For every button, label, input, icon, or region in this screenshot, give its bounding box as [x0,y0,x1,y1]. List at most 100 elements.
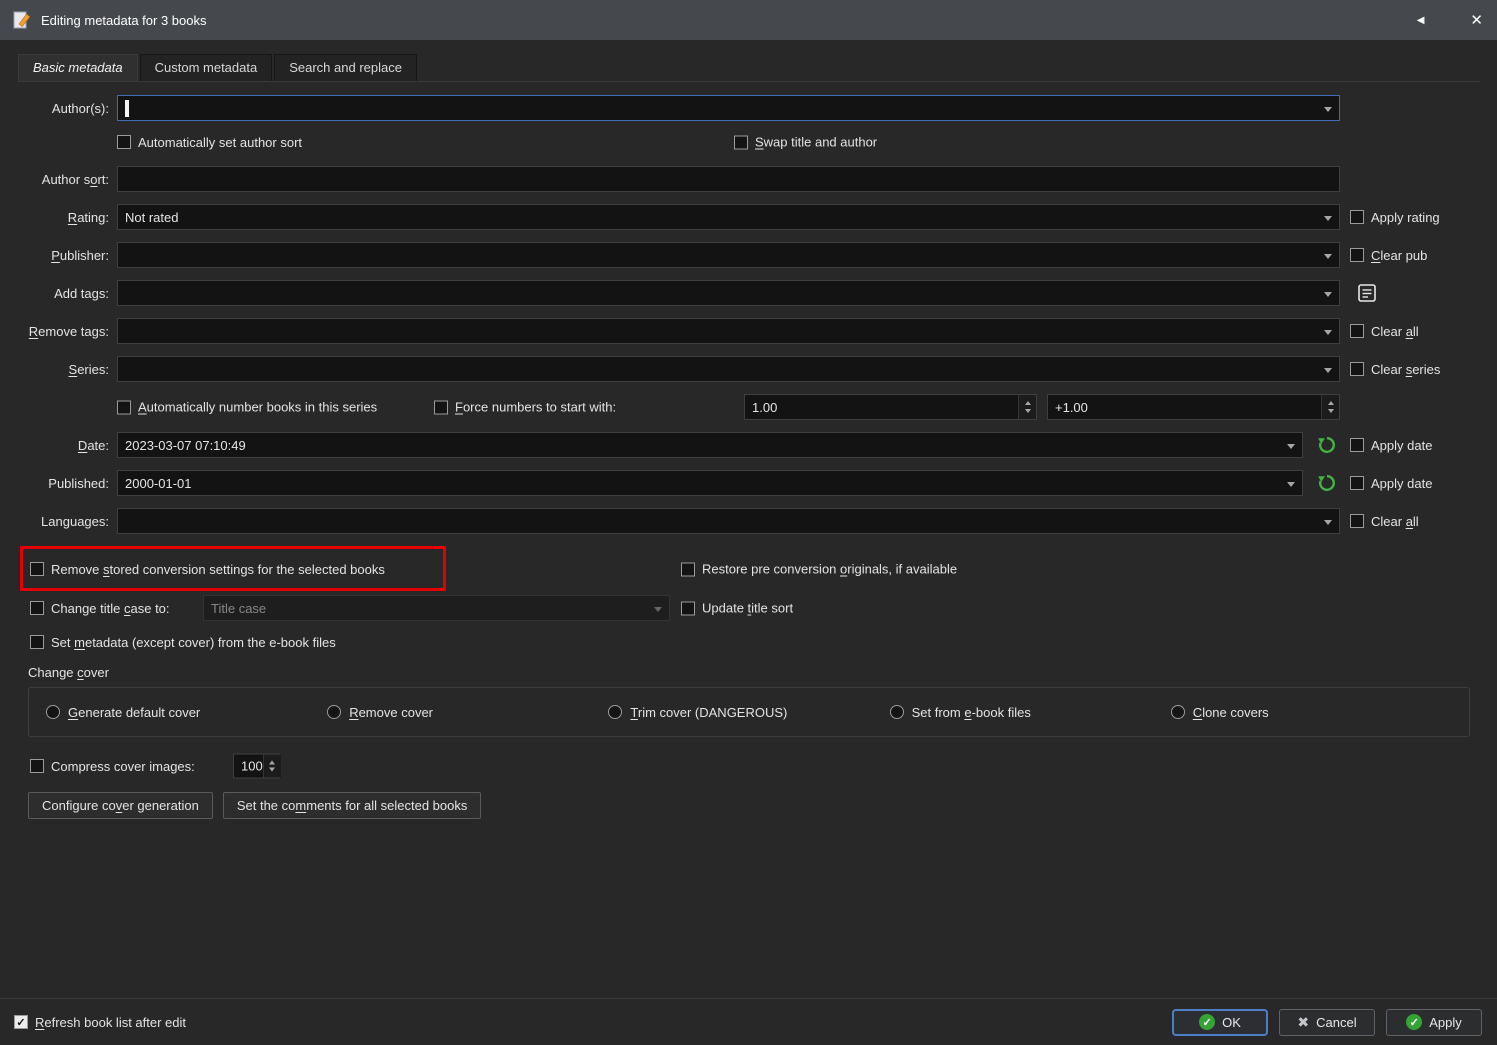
clear-pub-checkbox[interactable]: Clear pub [1350,248,1427,263]
tab-search-and-replace[interactable]: Search and replace [274,54,417,81]
clear-all-languages-checkbox[interactable]: Clear all [1350,514,1419,529]
author-sort-input[interactable] [117,166,1340,192]
cancel-button[interactable]: ✖ Cancel [1279,1008,1375,1036]
spin-buttons[interactable] [1018,395,1036,419]
series-combobox[interactable] [117,356,1340,382]
languages-label: Languages: [41,513,109,529]
radio-circle [46,705,60,719]
published-combobox[interactable]: 2000-01-01 [117,470,1303,496]
authors-label: Author(s): [51,100,109,116]
spin-value: +1.00 [1055,399,1088,415]
series-label: Series: [68,361,109,377]
publisher-combobox[interactable] [117,242,1340,268]
checkbox-label: Swap title and author [755,134,878,150]
tag-editor-button[interactable] [1354,280,1380,306]
authors-combobox[interactable] [117,95,1340,121]
radio-set-from-ebook-files[interactable]: Set from e-book files [889,705,1171,720]
radio-label: Clone covers [1192,704,1269,720]
checkbox-label: Compress cover images: [51,758,195,774]
spin-buttons[interactable] [262,754,281,778]
collapse-arrow-icon[interactable]: ◀ [1417,15,1425,26]
checkbox-label: Clear all [1371,323,1419,339]
title-case-combobox[interactable]: Title case [203,595,670,621]
spin-buttons[interactable] [1321,395,1339,419]
checkbox-box [30,759,44,773]
cover-actions-row: Configure co v er generation Set the co m me… [28,792,1479,819]
spin-down-icon[interactable] [1024,408,1031,416]
checkbox-box [1350,248,1364,262]
checkbox-label: Change title case to: [51,600,170,616]
clear-series-checkbox[interactable]: Clear series [1350,362,1440,377]
radio-remove-cover[interactable]: Remove cover [327,705,608,720]
tab-custom-metadata[interactable]: Custom metadata [139,54,273,81]
series-start-spinbox[interactable]: 1.00 [744,394,1037,420]
published-label: Published: [48,475,109,491]
chevron-down-icon[interactable] [1324,215,1332,225]
set-metadata-checkbox[interactable]: Set metadata (except cover) from the e-b… [30,635,336,650]
window-title: Editing metadata for 3 books [41,12,207,28]
languages-combobox[interactable] [117,508,1340,534]
clear-all-tags-checkbox[interactable]: Clear all [1350,324,1419,339]
chevron-down-icon[interactable] [1324,519,1332,529]
radio-trim-cover[interactable]: Trim cover (DANGEROUS) [608,705,889,720]
chevron-down-icon[interactable] [1287,481,1295,491]
remove-conversion-settings-checkbox[interactable]: Remove stored conversion settings for th… [30,562,385,577]
apply-published-checkbox[interactable]: Apply date [1350,476,1432,491]
compress-cover-images-checkbox[interactable]: Compress cover images: [30,759,195,774]
date-label: Date: [77,437,109,453]
apply-rating-checkbox[interactable]: Apply rating [1350,210,1440,225]
chevron-down-icon[interactable] [1324,367,1332,377]
update-title-sort-checkbox[interactable]: Update title sort [681,601,793,616]
checkbox-label: Set metadata (except cover) from the e-b… [51,634,336,650]
checkbox-box [1350,362,1364,376]
titlebar[interactable]: Editing metadata for 3 books ◀ ✕ [0,0,1497,40]
chevron-down-icon[interactable] [1324,329,1332,339]
radio-clone-covers[interactable]: Clone covers [1170,704,1452,720]
reset-date-button[interactable] [1314,432,1340,458]
apply-date-checkbox[interactable]: Apply date [1350,438,1432,453]
rating-label: Rating: [67,209,109,225]
checkbox-box [1350,476,1364,490]
force-numbers-checkbox[interactable]: Force numbers to start with: [434,400,616,415]
checkbox-label: Update title sort [702,600,794,616]
reset-published-button[interactable] [1314,470,1340,496]
apply-button[interactable]: ✓ Apply [1386,1008,1482,1036]
add-tags-row: Add tags: [8,280,1479,306]
combo-value: Title case [211,600,267,616]
remove-tags-combobox[interactable] [117,318,1340,344]
ok-label: OK [1222,1014,1241,1030]
spin-up-icon[interactable] [269,758,276,765]
ok-button[interactable]: ✓ OK [1172,1008,1268,1036]
configure-cover-generation-button[interactable]: Configure co v er generation [28,792,213,819]
compress-quality-spinbox[interactable]: 100 [233,753,281,779]
radio-circle [889,705,904,719]
radio-generate-default-cover[interactable]: Generate default cover [46,705,327,720]
spin-down-icon[interactable] [1327,408,1334,416]
refresh-book-list-checkbox[interactable]: ✓ Refresh book list after edit [14,1015,186,1030]
add-tags-combobox[interactable] [117,280,1340,306]
change-title-case-checkbox[interactable]: Change title case to: [30,601,170,616]
checkbox-label: Restore pre conversion originals, if ava… [702,561,958,577]
chevron-down-icon[interactable] [1324,106,1332,116]
tab-basic-metadata[interactable]: Basic metadata [18,54,138,81]
date-combobox[interactable]: 2023-03-07 07:10:49 [117,432,1303,458]
close-icon[interactable]: ✕ [1470,11,1483,29]
chevron-down-icon[interactable] [1287,443,1295,453]
checkbox-box [117,400,131,414]
author-sort-row: Author sort: [8,166,1479,192]
set-comments-button[interactable]: Set the co m ments for all selected books [222,792,482,819]
series-increment-spinbox[interactable]: +1.00 [1047,394,1340,420]
refresh-icon [1318,475,1335,491]
spin-down-icon[interactable] [269,767,276,775]
auto-author-sort-checkbox[interactable]: Automatically set author sort [117,135,302,150]
checkbox-label: Clear all [1371,513,1419,529]
spin-up-icon[interactable] [1024,398,1031,406]
apply-label: Apply [1429,1014,1462,1030]
spin-up-icon[interactable] [1327,398,1334,406]
swap-title-author-checkbox[interactable]: Swap title and author [734,135,877,150]
chevron-down-icon[interactable] [1324,291,1332,301]
restore-originals-checkbox[interactable]: Restore pre conversion originals, if ava… [681,562,957,577]
chevron-down-icon[interactable] [1324,253,1332,263]
rating-combobox[interactable]: Not rated [117,204,1340,230]
autonumber-series-checkbox[interactable]: Automatically number books in this serie… [117,400,377,415]
